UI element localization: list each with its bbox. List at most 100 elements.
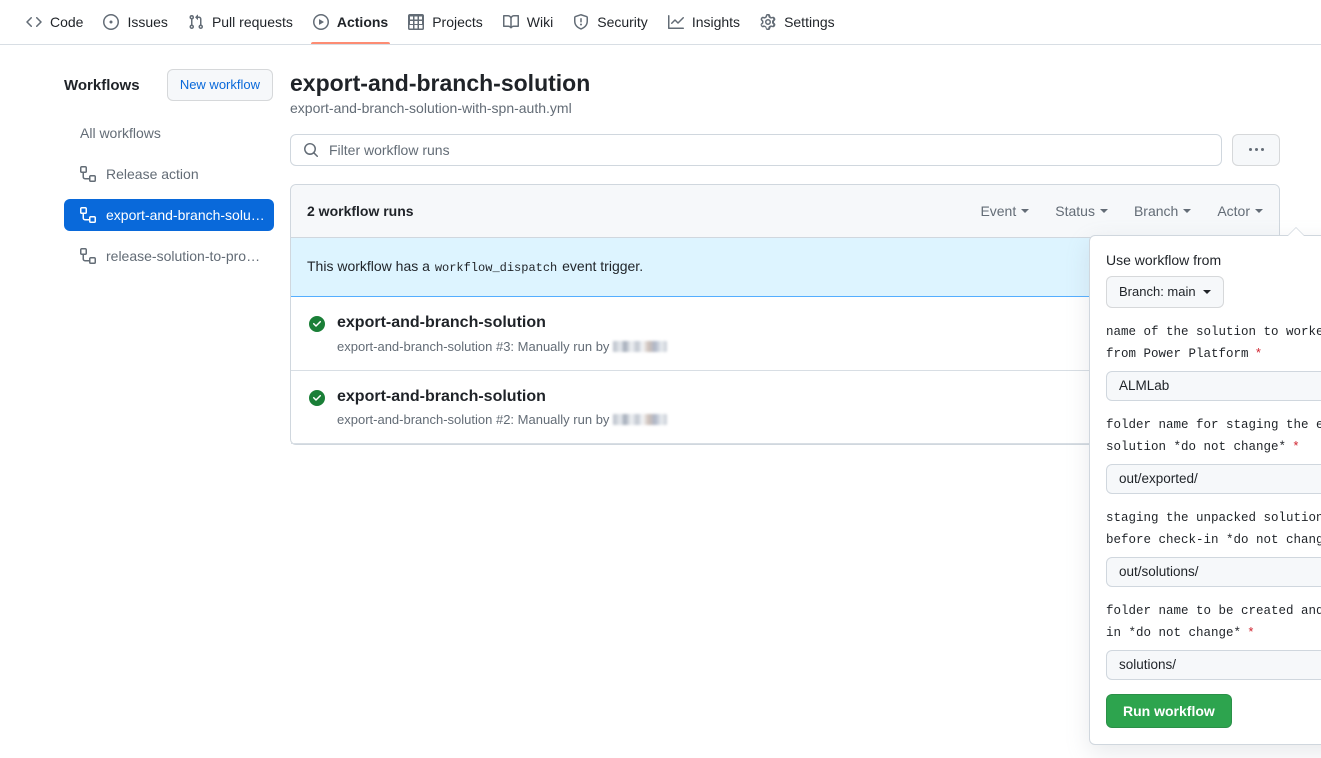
nav-item-code[interactable]: Code <box>16 0 93 44</box>
workflow-icon <box>80 166 96 182</box>
workflow-runs-header: 2 workflow runs Event Status Branch Acto… <box>291 184 1279 238</box>
table-icon <box>408 14 425 30</box>
sidebar-title: Workflows <box>64 76 140 94</box>
gear-icon <box>760 14 776 30</box>
search-input[interactable] <box>327 140 1209 159</box>
filter-label: Branch <box>1133 202 1179 219</box>
graph-icon <box>667 14 684 30</box>
input-label-exported-folder: folder name for staging the exported sol… <box>1106 415 1321 458</box>
sidebar-item-release-solution-to-prod[interactable]: release-solution-to-prod-reus… <box>64 240 274 272</box>
play-icon <box>312 14 329 30</box>
filter-branch[interactable]: Branch <box>1133 202 1192 219</box>
run-actor-redacted <box>613 340 668 352</box>
filter-label: Status <box>1055 202 1095 219</box>
filter-status[interactable]: Status <box>1055 203 1108 219</box>
sidebar-item-release-action[interactable]: Release action <box>64 158 274 190</box>
run-meta-text: export-and-branch-solution #3: Manually … <box>337 338 610 354</box>
nav-item-label: Pull requests <box>211 14 293 30</box>
field-label-text: folder name to be created and checked in… <box>1106 603 1321 640</box>
run-actor-redacted <box>613 414 668 426</box>
repo-nav: Code Issues Pull requests Actions Projec… <box>0 0 1321 45</box>
main-content: export-and-branch-solution export-and-br… <box>290 69 1321 745</box>
sidebar-item-export-and-branch-solution[interactable]: export-and-branch-solution <box>64 199 274 231</box>
input-label-solution-name: name of the solution to worked on from P… <box>1106 322 1321 365</box>
filter-label: Event <box>980 202 1017 219</box>
nav-item-label: Insights <box>691 14 741 30</box>
more-options-button[interactable] <box>1232 133 1280 166</box>
nav-item-pull-requests[interactable]: Pull requests <box>178 0 303 44</box>
kebab-dot <box>1254 148 1258 152</box>
nav-item-label: Security <box>597 14 648 30</box>
required-asterisk: * <box>1248 624 1254 639</box>
workflow-file-name: export-and-branch-solution-with-spn-auth… <box>290 99 572 116</box>
run-row-content: export-and-branch-solution export-and-br… <box>337 387 668 428</box>
nav-item-settings[interactable]: Settings <box>750 0 845 44</box>
filter-event[interactable]: Event <box>980 202 1030 219</box>
workflow-icon <box>80 248 96 264</box>
filter-label: Actor <box>1217 202 1250 219</box>
input-exported-folder[interactable] <box>1106 463 1321 494</box>
workflow-runs-count: 2 workflow runs <box>307 202 414 219</box>
sidebar-item-all-workflows[interactable]: All workflows <box>64 117 274 149</box>
success-check-icon <box>309 315 325 332</box>
workflow-runs-box: 2 workflow runs Event Status Branch Acto… <box>290 183 1321 745</box>
search-icon <box>303 142 319 158</box>
nav-item-security[interactable]: Security <box>563 0 658 44</box>
nav-item-label: Code <box>50 14 84 30</box>
shield-icon <box>573 14 589 30</box>
nav-item-label: Issues <box>127 14 168 30</box>
page-title: export-and-branch-solution <box>290 70 591 96</box>
input-checkin-folder[interactable] <box>1106 649 1321 680</box>
nav-item-label: Wiki <box>526 14 554 30</box>
chevron-down-icon <box>1183 208 1192 213</box>
sidebar-item-label: export-and-branch-solution <box>106 207 266 223</box>
required-asterisk: * <box>1256 345 1261 360</box>
chevron-down-icon <box>1255 208 1263 213</box>
use-workflow-from-label: Use workflow from <box>1106 251 1222 268</box>
field-label-text: staging the unpacked solution folder bef… <box>1106 510 1321 547</box>
filter-row <box>290 133 1280 166</box>
git-pull-request-icon <box>188 14 204 30</box>
chevron-down-icon <box>1202 289 1211 294</box>
run-title[interactable]: export-and-branch-solution <box>337 387 667 408</box>
code-icon <box>26 14 42 30</box>
workflows-sidebar: Workflows New workflow All workflows Rel… <box>0 69 290 445</box>
issue-opened-icon <box>103 14 120 30</box>
sidebar-item-label: All workflows <box>80 125 161 141</box>
input-unpacked-folder[interactable] <box>1106 556 1321 587</box>
nav-item-projects[interactable]: Projects <box>398 0 493 44</box>
nav-item-label: Actions <box>336 14 389 30</box>
workflow-icon <box>80 207 96 223</box>
sidebar-item-label: Release action <box>106 166 199 182</box>
nav-item-label: Projects <box>432 14 483 30</box>
run-meta-text: export-and-branch-solution #2: Manually … <box>337 412 610 428</box>
branch-selector-button[interactable]: Branch: main <box>1106 275 1224 308</box>
runs-filter-group: Event Status Branch Actor <box>980 203 1263 219</box>
nav-item-issues[interactable]: Issues <box>93 0 177 44</box>
filter-actor[interactable]: Actor <box>1217 203 1263 219</box>
input-solution-name[interactable] <box>1106 370 1321 401</box>
nav-item-actions[interactable]: Actions <box>303 0 398 44</box>
filter-workflow-runs-box[interactable] <box>290 133 1222 166</box>
run-workflow-submit-button[interactable]: Run workflow <box>1106 693 1232 728</box>
kebab-dot <box>1248 148 1252 152</box>
chevron-down-icon <box>1021 208 1030 213</box>
nav-item-insights[interactable]: Insights <box>658 0 750 44</box>
sidebar-header: Workflows New workflow <box>64 69 274 101</box>
kebab-dot <box>1260 148 1264 152</box>
dispatch-text-before: This workflow has a <box>307 258 430 275</box>
input-label-checkin-folder: folder name to be created and checked in… <box>1106 601 1321 644</box>
dispatch-text-after: event trigger. <box>562 258 644 275</box>
page-body: Workflows New workflow All workflows Rel… <box>0 45 1321 745</box>
chevron-down-icon <box>1099 208 1108 213</box>
new-workflow-button[interactable]: New workflow <box>166 69 273 101</box>
sidebar-item-label: release-solution-to-prod-reus… <box>106 248 266 264</box>
run-title[interactable]: export-and-branch-solution <box>337 313 667 334</box>
success-check-icon <box>309 389 325 406</box>
input-label-unpacked-folder: staging the unpacked solution folder bef… <box>1106 508 1321 551</box>
field-label-text: name of the solution to worked on from P… <box>1106 324 1321 361</box>
branch-selector-label: Branch: main <box>1119 283 1196 299</box>
nav-item-wiki[interactable]: Wiki <box>493 0 563 44</box>
run-meta: export-and-branch-solution #3: Manually … <box>337 338 668 354</box>
book-icon <box>502 14 519 30</box>
